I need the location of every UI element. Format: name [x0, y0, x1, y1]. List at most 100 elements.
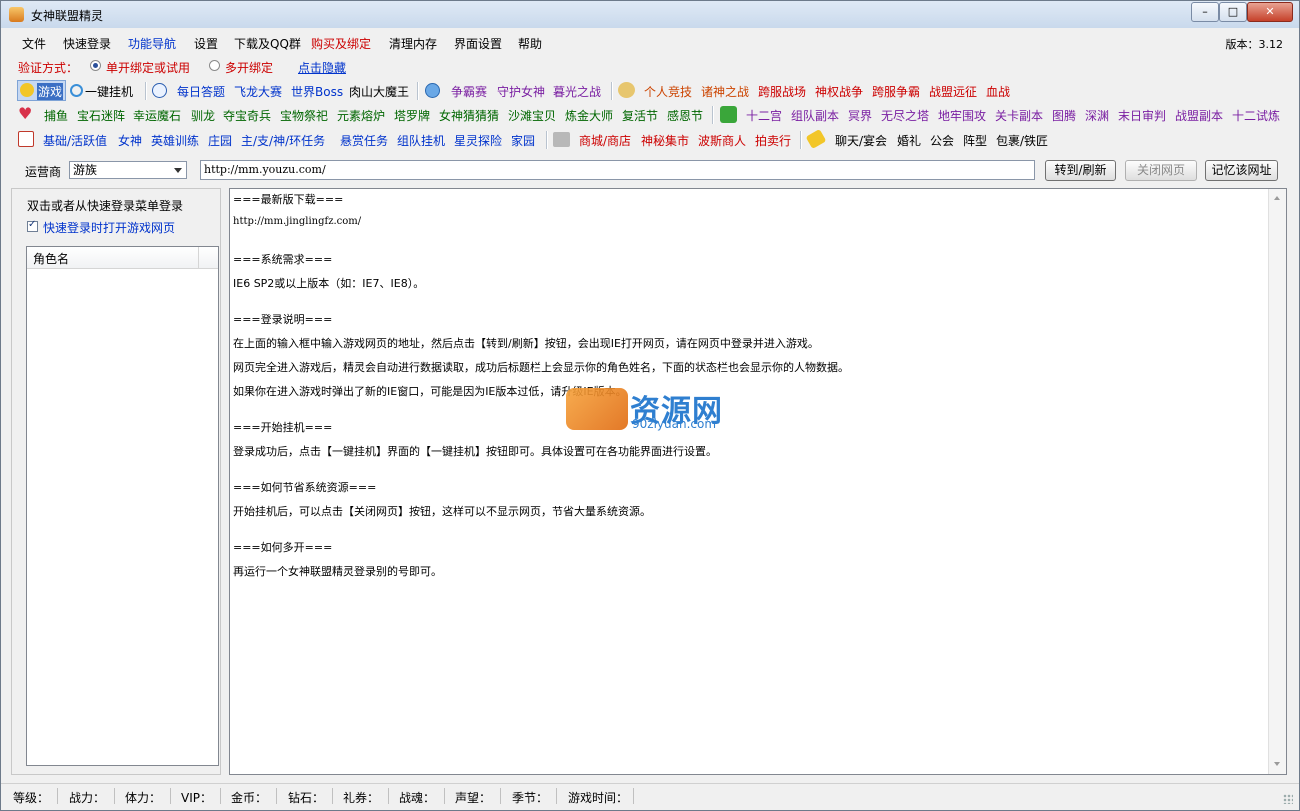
- tb-fishing[interactable]: 捕鱼: [44, 107, 68, 124]
- tb-blood-battle[interactable]: 血战: [986, 83, 1010, 100]
- tb-auction[interactable]: 拍卖行: [755, 132, 791, 149]
- tb-easter[interactable]: 复活节: [622, 107, 658, 124]
- game-tab-label[interactable]: 游戏: [37, 83, 64, 100]
- tb-wedding[interactable]: 婚礼: [897, 132, 921, 149]
- tb-alliance-dungeon[interactable]: 战盟副本: [1175, 107, 1223, 124]
- tb-twelve-trials[interactable]: 十二试炼: [1232, 107, 1280, 124]
- tb-cross-hegemony[interactable]: 跨服争霸: [872, 83, 920, 100]
- tb-meat-mountain[interactable]: 肉山大魔王: [349, 83, 409, 100]
- column-role-name[interactable]: 角色名: [33, 250, 69, 267]
- title-bar: 女神联盟精灵 – □ ✕: [1, 1, 1299, 28]
- minimize-button[interactable]: –: [1191, 2, 1219, 22]
- goto-refresh-button[interactable]: 转到/刷新: [1045, 160, 1116, 181]
- tb-formation[interactable]: 阵型: [963, 132, 987, 149]
- tb-world-boss[interactable]: 世界Boss: [291, 83, 343, 100]
- scroll-up-icon[interactable]: [1274, 196, 1280, 200]
- tb-beach-baby[interactable]: 沙滩宝贝: [508, 107, 556, 124]
- tb-goddess-guess[interactable]: 女神猜猜猜: [439, 107, 499, 124]
- vertical-scrollbar[interactable]: [1268, 189, 1286, 774]
- tb-quests[interactable]: 主/支/神/环任务: [241, 132, 325, 149]
- menu-file[interactable]: 文件: [22, 35, 46, 52]
- version-label: 版本：3.12: [1225, 38, 1284, 51]
- close-button[interactable]: ✕: [1247, 2, 1293, 22]
- tb-persian-merchant[interactable]: 波斯商人: [698, 132, 746, 149]
- window-title: 女神联盟精灵: [31, 9, 104, 23]
- menu-ui-settings[interactable]: 界面设置: [454, 35, 502, 52]
- menu-clean-memory[interactable]: 清理内存: [389, 35, 437, 52]
- hide-link[interactable]: 点击隐藏: [298, 59, 346, 76]
- menu-settings[interactable]: 设置: [194, 35, 218, 52]
- tb-stage-dungeon[interactable]: 关卡副本: [995, 107, 1043, 124]
- people-icon: [618, 82, 635, 98]
- tb-treasure-sacrifice[interactable]: 宝物祭祀: [280, 107, 328, 124]
- radio-multi-bind-label[interactable]: 多开绑定: [225, 59, 273, 76]
- tb-tarot[interactable]: 塔罗牌: [394, 107, 430, 124]
- toolbar-2: ♥ 捕鱼 宝石迷阵 幸运魔石 驯龙 夺宝奇兵 宝物祭祀 元素熔炉 塔罗牌 女神猜…: [1, 103, 1299, 127]
- menu-buy-bind[interactable]: 购买及绑定: [311, 35, 371, 52]
- menu-quick-login[interactable]: 快速登录: [63, 35, 111, 52]
- info-content[interactable]: ===最新版下载=== http://mm.jinglingfz.com/ ==…: [229, 188, 1287, 775]
- tb-element-furnace[interactable]: 元素熔炉: [337, 107, 385, 124]
- menu-feature-nav[interactable]: 功能导航: [128, 35, 176, 52]
- tb-lucky-stone[interactable]: 幸运魔石: [133, 107, 181, 124]
- tb-tame-dragon[interactable]: 驯龙: [191, 107, 215, 124]
- open-page-checkbox[interactable]: [27, 219, 38, 232]
- tb-bag-smith[interactable]: 包裹/铁匠: [996, 132, 1048, 149]
- radio-single-bind-label[interactable]: 单开绑定或试用: [106, 59, 190, 76]
- tb-guild[interactable]: 公会: [930, 132, 954, 149]
- operator-select[interactable]: 游族: [69, 161, 187, 179]
- oneclick-button[interactable]: 一键挂机: [85, 83, 133, 100]
- scroll-down-icon[interactable]: [1274, 762, 1280, 766]
- tb-team-dungeon[interactable]: 组队副本: [791, 107, 839, 124]
- tb-activity[interactable]: 基础/活跃值: [43, 132, 107, 149]
- tb-shop[interactable]: 商城/商店: [579, 132, 631, 149]
- tb-alchemy[interactable]: 炼金大师: [565, 107, 613, 124]
- menu-download-qq[interactable]: 下载及QQ群: [234, 35, 301, 52]
- tb-alliance-expedition[interactable]: 战盟远征: [929, 83, 977, 100]
- tb-mystery-market[interactable]: 神秘集市: [641, 132, 689, 149]
- maximize-button[interactable]: □: [1219, 2, 1247, 22]
- status-separator: [332, 788, 333, 804]
- tb-doomsday[interactable]: 末日审判: [1118, 107, 1166, 124]
- url-input[interactable]: http://mm.youzu.com/: [200, 160, 1035, 180]
- close-page-button[interactable]: 关闭网页: [1125, 160, 1197, 181]
- tb-dragon-race[interactable]: 飞龙大赛: [234, 83, 282, 100]
- tb-team-afk[interactable]: 组队挂机: [397, 132, 445, 149]
- tb-gem-maze[interactable]: 宝石迷阵: [77, 107, 125, 124]
- oneclick-icon: [70, 84, 83, 97]
- tb-star-explore[interactable]: 星灵探险: [454, 132, 502, 149]
- status-separator: [444, 788, 445, 804]
- tb-abyss[interactable]: 深渊: [1085, 107, 1109, 124]
- tb-gods-war[interactable]: 诸神之战: [701, 83, 749, 100]
- tb-dungeon-siege[interactable]: 地牢围攻: [938, 107, 986, 124]
- tb-cross-battlefield[interactable]: 跨服战场: [758, 83, 806, 100]
- tb-daily-quiz[interactable]: 每日答题: [177, 83, 225, 100]
- verify-label: 验证方式：: [18, 61, 79, 75]
- tb-personal-arena[interactable]: 个人竞技: [644, 83, 692, 100]
- tb-twilight-war[interactable]: 暮光之战: [553, 83, 601, 100]
- open-page-checkbox-label[interactable]: 快速登录时打开游戏网页: [43, 219, 175, 236]
- role-list[interactable]: 角色名: [26, 246, 219, 766]
- tb-manor[interactable]: 庄园: [208, 132, 232, 149]
- menu-help[interactable]: 帮助: [518, 35, 542, 52]
- tb-chat-banquet[interactable]: 聊天/宴会: [835, 132, 887, 149]
- tb-endless-tower[interactable]: 无尽之塔: [881, 107, 929, 124]
- tb-totem[interactable]: 图腾: [1052, 107, 1076, 124]
- verify-row: 验证方式： 单开绑定或试用 多开绑定 点击隐藏: [1, 56, 1299, 78]
- radio-single-bind[interactable]: [90, 60, 101, 71]
- remember-url-button[interactable]: 记忆该网址: [1205, 160, 1278, 181]
- tb-divine-war[interactable]: 神权战争: [815, 83, 863, 100]
- status-separator: [500, 788, 501, 804]
- radio-multi-bind[interactable]: [209, 60, 220, 71]
- tb-guard-goddess[interactable]: 守护女神: [497, 83, 545, 100]
- tb-bounty[interactable]: 悬赏任务: [340, 132, 388, 149]
- tb-hero-training[interactable]: 英雄训练: [151, 132, 199, 149]
- tb-treasure-raid[interactable]: 夺宝奇兵: [223, 107, 271, 124]
- tb-zodiac[interactable]: 十二宫: [746, 107, 782, 124]
- tb-hegemony[interactable]: 争霸赛: [451, 83, 487, 100]
- tb-home[interactable]: 家园: [511, 132, 535, 149]
- resize-grip-icon[interactable]: [1283, 794, 1293, 804]
- tb-thanksgiving[interactable]: 感恩节: [667, 107, 703, 124]
- tb-underworld[interactable]: 冥界: [848, 107, 872, 124]
- tb-goddess[interactable]: 女神: [118, 132, 142, 149]
